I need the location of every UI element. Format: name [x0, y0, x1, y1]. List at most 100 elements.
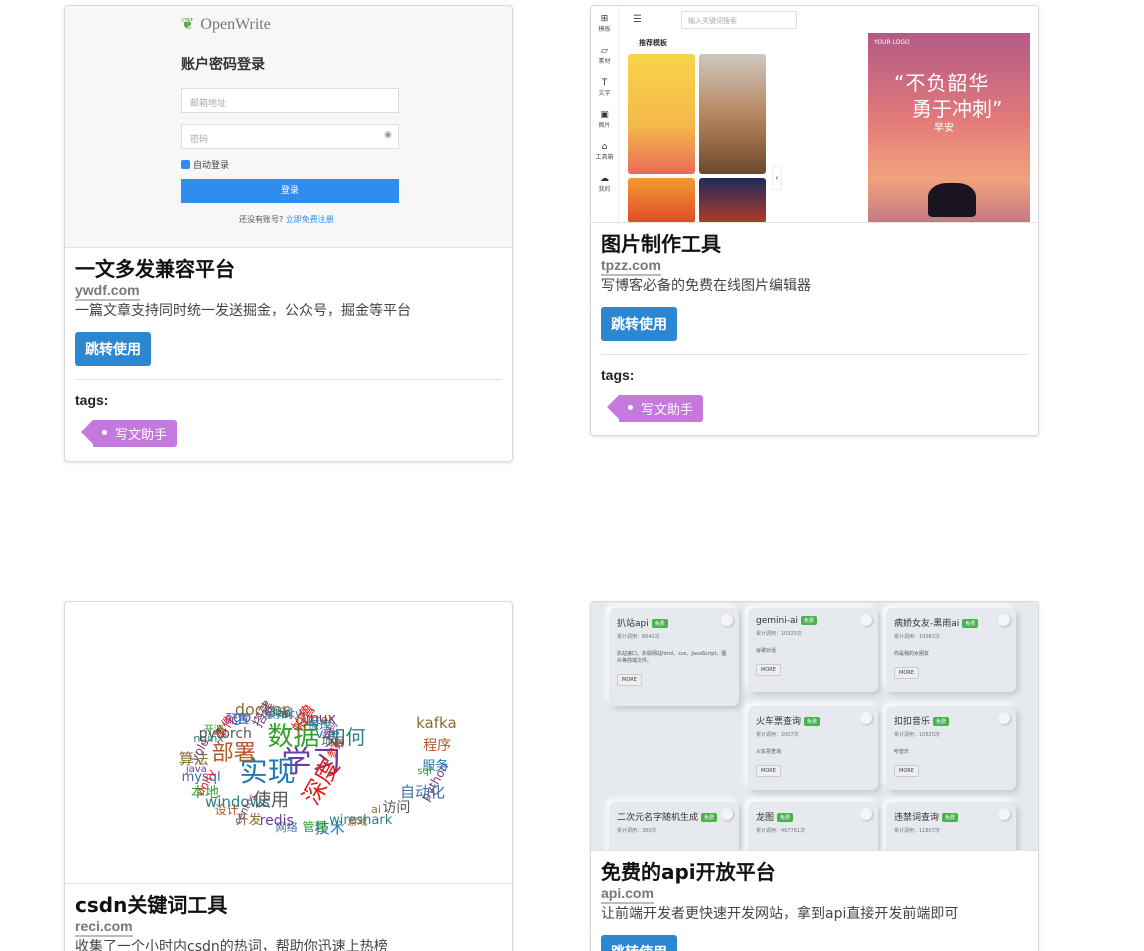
card-description: 让前端开发者更快速开发网站，拿到api直接开发前端即可 — [601, 906, 959, 922]
tag-dot-icon — [102, 430, 107, 435]
remember-checkbox: 自动登录 — [181, 158, 229, 171]
chat-icon — [860, 712, 872, 724]
use-button[interactable]: 跳转使用 — [601, 307, 677, 341]
status-badge: 免费 — [801, 616, 818, 625]
email-field: 邮箱地址 — [181, 88, 399, 113]
api-stat: 累计调用：2007次 — [756, 732, 799, 738]
register-prompt: 还没有账号? 立即免费注册 — [239, 214, 334, 225]
tag-badge[interactable]: 写文助手 — [606, 395, 704, 422]
divider — [601, 354, 1028, 355]
word-cloud: 学习 实现 数据 深度 部署 如何 使用 docker python mysql linux 技术 开源… — [65, 602, 512, 883]
card-domain[interactable]: ywdf.com — [75, 282, 140, 301]
api-card: 病娇女友-黑雨ai 免费 累计调用：10082次 你是我的女朋友 MORE — [886, 608, 1016, 692]
api-stat: 累计调用：6642次 — [617, 634, 660, 640]
cloud-word: kafka — [416, 714, 457, 733]
status-badge: 免费 — [942, 813, 959, 822]
status-badge: 免费 — [701, 813, 718, 822]
card-title: 图片制作工具 — [601, 232, 721, 256]
api-name: 二次元名字随机生成 免费 — [617, 810, 731, 823]
tool-card-api: 扒站api 免费 累计调用：6642次 扒站接口，扒取网站html、css、JavaS… — [590, 601, 1039, 951]
api-stat: 累计调用：10325次 — [756, 631, 802, 637]
api-stat: 累计调用：467761次 — [756, 828, 806, 834]
tags-label: tags: — [601, 367, 635, 383]
poster-logo: YOUR LOGO — [874, 39, 910, 46]
use-button[interactable]: 跳转使用 — [601, 935, 677, 951]
cloud-word: go — [232, 707, 252, 726]
card-domain[interactable]: reci.com — [75, 918, 133, 937]
divider — [75, 379, 502, 380]
side-item: ⊞ 模板 — [591, 6, 618, 38]
status-badge: 免费 — [777, 813, 794, 822]
template-thumb — [699, 54, 766, 174]
card-domain[interactable]: api.com — [601, 885, 654, 904]
card-description: 收集了一个小时内csdn的热词，帮助你迅速上热榜 — [75, 939, 388, 951]
chat-icon — [860, 808, 872, 820]
card-thumbnail[interactable]: 学习 实现 数据 深度 部署 如何 使用 docker python mysql linux 技术 开源… — [65, 602, 512, 884]
poster-line3: 早安 — [934, 123, 954, 134]
tag-badge[interactable]: 写文助手 — [80, 420, 178, 447]
checkbox-icon — [181, 160, 190, 169]
api-desc: 谷歌对话 — [756, 648, 777, 654]
tool-card-ywdf: ❦ OpenWrite 账户密码登录 邮箱地址 密码 ◉ 自动登录 登录 还没有账号… — [64, 5, 513, 462]
api-name: 扣扣音乐 免费 — [894, 714, 1008, 727]
register-text: 还没有账号? — [239, 215, 284, 224]
cloud-word: redis — [259, 813, 294, 830]
more-button: MORE — [894, 765, 919, 777]
side-item: ⌂ 工具箱 — [591, 134, 618, 166]
login-button: 登录 — [181, 179, 399, 203]
use-button[interactable]: 跳转使用 — [75, 332, 151, 366]
password-placeholder: 密码 — [190, 135, 209, 145]
template-thumb — [699, 178, 766, 222]
tool-card-tpzz: ⊞ 模板 ▱ 素材 T 文字 ▣ 图片 ⌂ 工具箱 ☁ 我的 ☰ 输入关键词搜索 推荐模板 … — [590, 5, 1039, 436]
api-card: 扣扣音乐 免费累计调用：10620次 听音乐 MORE — [886, 706, 1016, 790]
api-desc: 扒站接口，扒取网站html、css、JavaScript、图片等前端文件。 — [617, 651, 727, 664]
cloud-word: 程序 — [423, 737, 452, 754]
cloud-word: wireshark — [329, 813, 393, 829]
api-name: 违禁词查询 免费 — [894, 810, 1008, 823]
more-button: MORE — [756, 664, 781, 676]
cloud-word: pytorch — [198, 725, 252, 742]
register-link: 立即免费注册 — [285, 215, 334, 224]
card-thumbnail[interactable]: ⊞ 模板 ▱ 素材 T 文字 ▣ 图片 ⌂ 工具箱 ☁ 我的 ☰ 输入关键词搜索 推荐模板 … — [591, 6, 1038, 223]
card-description: 写博客必备的免费在线图片编辑器 — [601, 278, 811, 294]
api-stat: 累计调用：10082次 — [894, 634, 940, 640]
chat-icon — [721, 614, 733, 626]
status-badge: 免费 — [651, 619, 668, 628]
api-stat: 累计调用：11807次 — [894, 828, 940, 834]
cloud-word: vue — [315, 726, 340, 742]
side-item: ☁ 我的 — [591, 166, 618, 198]
logo-text: OpenWrite — [200, 16, 271, 33]
api-card: 扒站api 免费 累计调用：6642次 扒站接口，扒取网站html、css、JavaS… — [609, 608, 739, 706]
more-button: MORE — [756, 765, 781, 777]
card-title: 免费的api开放平台 — [601, 860, 776, 884]
api-name: 病娇女友-黑雨ai 免费 — [894, 616, 1008, 629]
image-icon: ▣ — [600, 110, 609, 120]
card-title: csdn关键词工具 — [75, 893, 228, 917]
api-name: gemini-ai 免费 — [756, 616, 870, 626]
card-domain[interactable]: tpzz.com — [601, 257, 661, 276]
toolbox-icon: ⌂ — [601, 142, 608, 152]
menu-icon: ☰ — [633, 14, 642, 25]
editor-preview: ⊞ 模板 ▱ 素材 T 文字 ▣ 图片 ⌂ 工具箱 ☁ 我的 ☰ 输入关键词搜索 推荐模板 … — [591, 6, 1038, 222]
card-thumbnail[interactable]: 扒站api 免费 累计调用：6642次 扒站接口，扒取网站html、css、JavaS… — [591, 602, 1038, 851]
cyclist-silhouette — [928, 183, 976, 217]
text-icon: T — [601, 78, 608, 88]
user-icon: ☁ — [600, 174, 609, 184]
chat-icon — [721, 808, 733, 820]
api-name: 龙图 免费 — [756, 810, 870, 823]
template-thumb — [628, 178, 695, 222]
card-thumbnail[interactable]: ❦ OpenWrite 账户密码登录 邮箱地址 密码 ◉ 自动登录 登录 还没有账号… — [65, 6, 512, 248]
editor-search: 输入关键词搜索 — [681, 11, 797, 29]
tag-label: 写文助手 — [115, 428, 168, 443]
api-card: gemini-ai 免费累计调用：10325次 谷歌对话 MORE — [748, 608, 878, 692]
api-card: 龙图 免费累计调用：467761次 — [748, 802, 878, 850]
api-stat: 累计调用：10620次 — [894, 732, 940, 738]
api-desc: 听音乐 — [894, 749, 910, 755]
side-item: ▣ 图片 — [591, 102, 618, 134]
template-icon: ⊞ — [600, 14, 609, 24]
cloud-word: opencv — [261, 707, 302, 721]
login-heading: 账户密码登录 — [181, 57, 265, 73]
poster-line1: “不负韶华 — [894, 71, 990, 95]
poster-line2: 勇于冲刺” — [912, 97, 1003, 121]
leaf-icon: ❦ — [181, 16, 195, 33]
